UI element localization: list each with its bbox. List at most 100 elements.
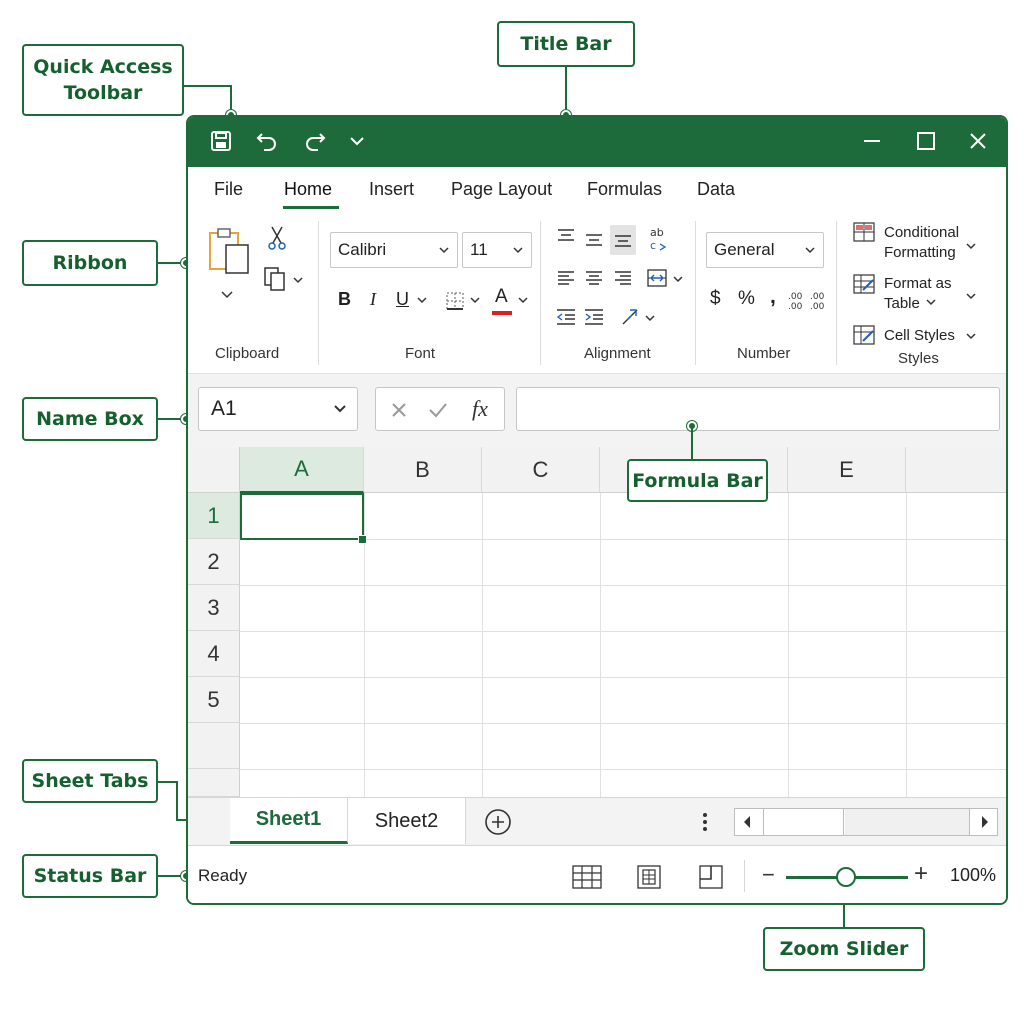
close-icon[interactable] xyxy=(962,126,994,156)
percent-button[interactable]: % xyxy=(738,289,755,309)
decrease-indent-icon[interactable] xyxy=(556,307,576,327)
chevron-down-icon[interactable] xyxy=(966,241,976,251)
zoom-out-button[interactable]: − xyxy=(762,862,775,888)
chevron-down-icon[interactable] xyxy=(673,274,683,284)
gridline xyxy=(240,769,1006,770)
scroll-left-icon[interactable] xyxy=(741,815,753,829)
callout-name-box: Name Box xyxy=(22,397,158,441)
cell-styles-icon[interactable] xyxy=(852,324,876,346)
paste-chevron-icon[interactable] xyxy=(220,289,234,301)
name-box[interactable]: A1 xyxy=(198,387,358,431)
merge-icon[interactable] xyxy=(646,267,668,289)
page-layout-view-icon[interactable] xyxy=(636,864,662,890)
column-header[interactable]: B xyxy=(364,447,482,493)
chevron-down-icon[interactable] xyxy=(518,295,528,305)
font-size-dropdown[interactable]: 11 xyxy=(462,232,532,268)
tab-formulas[interactable]: Formulas xyxy=(587,179,662,200)
status-bar: Ready − + 100% xyxy=(188,845,1006,903)
formula-buttons: fx xyxy=(375,387,505,431)
tab-file[interactable]: File xyxy=(214,179,243,200)
chevron-down-icon xyxy=(513,247,523,254)
select-all-corner[interactable] xyxy=(188,447,240,493)
cell-styles-button[interactable]: Cell Styles xyxy=(884,326,955,346)
zoom-percentage[interactable]: 100% xyxy=(950,865,996,886)
format-as-table-icon[interactable] xyxy=(852,273,876,295)
comma-button[interactable]: , xyxy=(770,286,776,307)
align-right-icon[interactable] xyxy=(613,269,633,287)
cut-icon[interactable] xyxy=(266,225,288,251)
callout-zoom-slider: Zoom Slider xyxy=(763,927,925,971)
insert-function-button[interactable]: fx xyxy=(472,396,488,422)
row-header[interactable]: 1 xyxy=(188,493,240,539)
horizontal-scrollbar[interactable] xyxy=(734,808,998,836)
customize-chevron-icon[interactable] xyxy=(342,126,372,156)
conditional-formatting-icon[interactable] xyxy=(852,221,876,243)
zoom-in-button[interactable]: + xyxy=(914,860,928,888)
fill-handle[interactable] xyxy=(358,535,367,544)
decrease-decimal-icon[interactable]: .00.00 xyxy=(808,289,830,313)
conditional-formatting-button[interactable]: Conditional Formatting xyxy=(884,223,959,263)
redo-icon[interactable] xyxy=(300,126,330,156)
align-left-icon[interactable] xyxy=(556,269,576,287)
column-header[interactable]: A xyxy=(240,447,364,493)
chevron-down-icon[interactable] xyxy=(645,313,655,323)
scrollbar-thumb[interactable] xyxy=(764,809,844,835)
increase-indent-icon[interactable] xyxy=(584,307,604,327)
tab-data[interactable]: Data xyxy=(697,179,735,200)
gridline xyxy=(240,631,1006,632)
chevron-down-icon[interactable] xyxy=(926,297,936,307)
save-icon[interactable] xyxy=(206,126,236,156)
tab-page-layout[interactable]: Page Layout xyxy=(451,179,552,200)
row-header[interactable]: 3 xyxy=(188,585,240,631)
callout-title-bar: Title Bar xyxy=(497,21,635,67)
orientation-icon[interactable]: ab c xyxy=(646,225,670,253)
underline-button[interactable]: U xyxy=(396,289,409,309)
page-break-view-icon[interactable] xyxy=(698,864,724,890)
column-header[interactable]: E xyxy=(788,447,906,493)
group-label-font: Font xyxy=(405,345,436,362)
maximize-icon[interactable] xyxy=(910,126,942,156)
row-header[interactable]: 5 xyxy=(188,677,240,723)
currency-button[interactable]: $ xyxy=(710,289,721,309)
text-direction-icon[interactable] xyxy=(620,305,642,329)
undo-icon[interactable] xyxy=(252,126,282,156)
enter-icon[interactable] xyxy=(428,401,448,419)
tab-home[interactable]: Home xyxy=(284,179,332,200)
add-sheet-icon[interactable] xyxy=(484,808,512,836)
formula-input[interactable] xyxy=(516,387,1000,431)
font-name-dropdown[interactable]: Calibri xyxy=(330,232,458,268)
copy-icon[interactable] xyxy=(262,265,288,293)
chevron-down-icon[interactable] xyxy=(417,295,427,305)
cancel-icon[interactable] xyxy=(390,401,408,419)
format-as-table-button[interactable]: Format as Table xyxy=(884,274,952,314)
active-cell[interactable] xyxy=(240,493,364,540)
copy-chevron-icon[interactable] xyxy=(292,275,304,285)
bold-button[interactable]: B xyxy=(338,289,351,309)
borders-icon[interactable] xyxy=(445,291,465,311)
number-format-dropdown[interactable]: General xyxy=(706,232,824,268)
chevron-down-icon[interactable] xyxy=(966,291,976,301)
font-color-button[interactable]: A xyxy=(495,287,508,307)
sheet-tab[interactable]: Sheet2 xyxy=(348,798,466,844)
italic-button[interactable]: I xyxy=(370,289,376,309)
normal-view-icon[interactable] xyxy=(572,864,602,890)
paste-icon[interactable] xyxy=(208,227,252,277)
align-bottom-icon[interactable] xyxy=(610,225,636,255)
row-header[interactable]: 2 xyxy=(188,539,240,585)
tab-insert[interactable]: Insert xyxy=(369,179,414,200)
align-top-icon[interactable] xyxy=(556,227,576,245)
align-center-icon[interactable] xyxy=(584,269,604,287)
increase-decimal-icon[interactable]: .00.00 xyxy=(786,289,808,313)
align-middle-icon[interactable] xyxy=(584,231,604,249)
group-label-styles: Styles xyxy=(898,350,939,367)
more-options-icon[interactable] xyxy=(698,810,712,834)
chevron-down-icon[interactable] xyxy=(966,331,976,341)
separator xyxy=(836,221,837,365)
scroll-right-icon[interactable] xyxy=(979,815,991,829)
zoom-slider-thumb[interactable] xyxy=(836,867,856,887)
minimize-icon[interactable] xyxy=(856,126,888,156)
chevron-down-icon[interactable] xyxy=(470,295,480,305)
column-header[interactable]: C xyxy=(482,447,600,493)
row-header[interactable]: 4 xyxy=(188,631,240,677)
sheet-tab[interactable]: Sheet1 xyxy=(230,798,348,844)
